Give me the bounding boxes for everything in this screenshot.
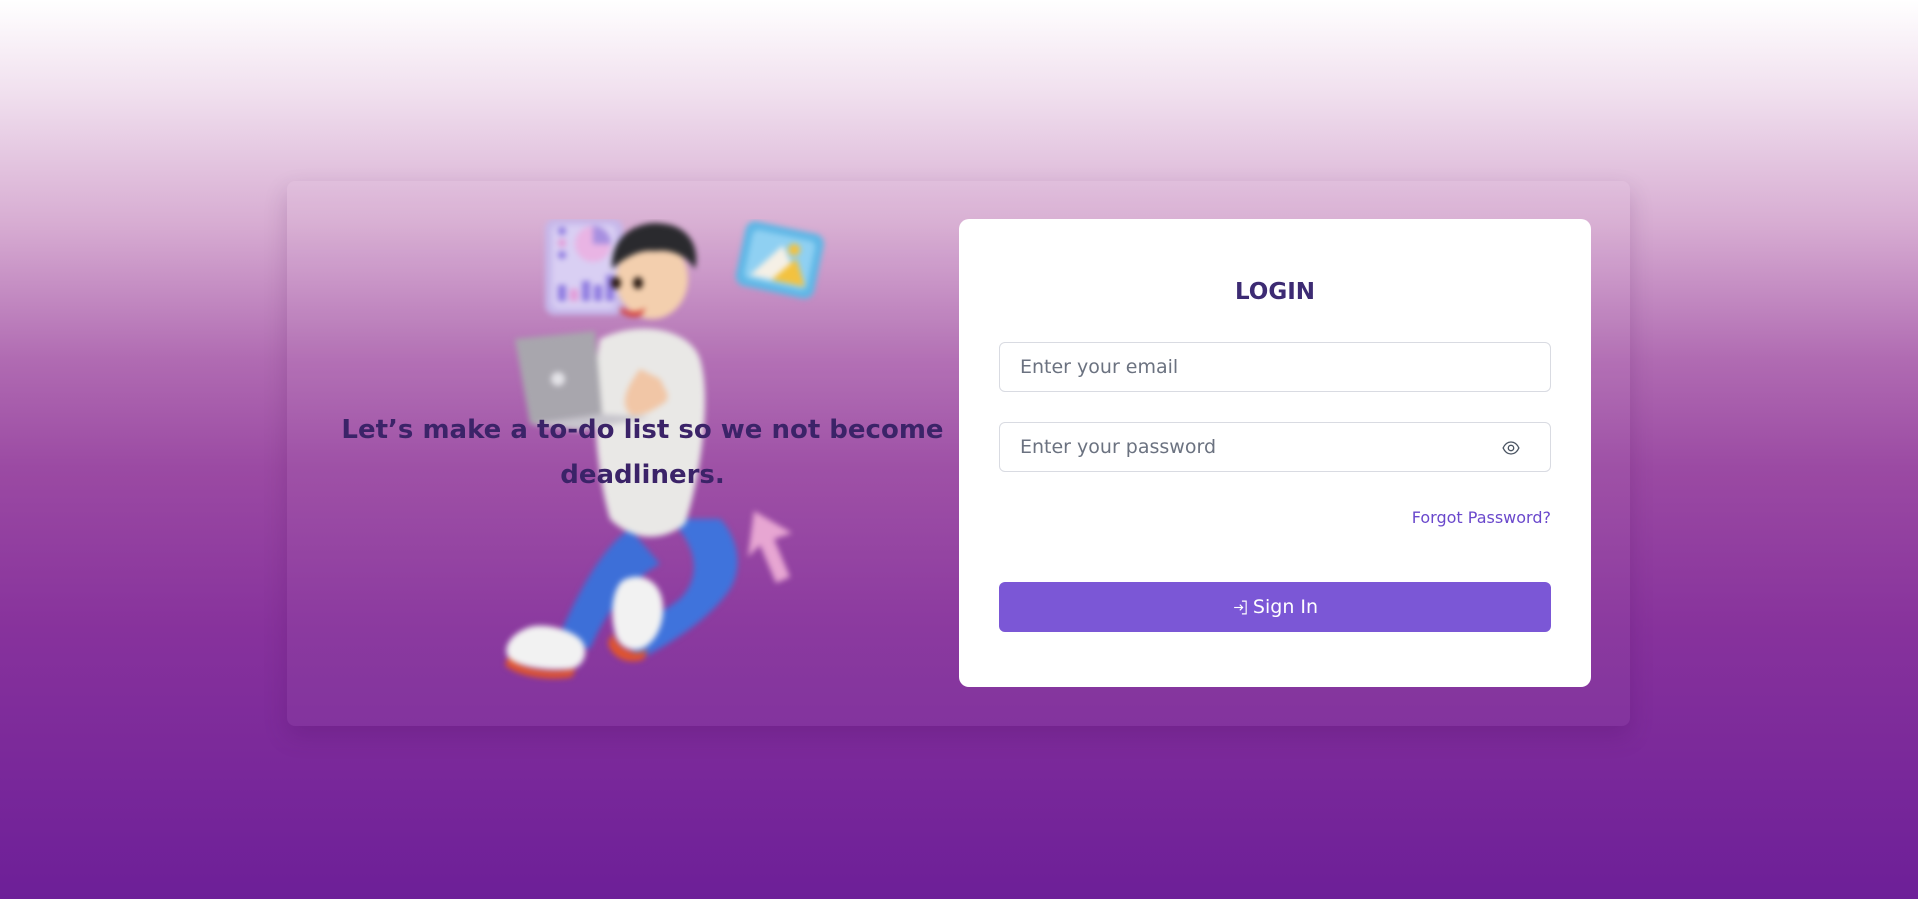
hero-tagline: Let’s make a to-do list so we not become… <box>341 415 944 490</box>
sign-in-button[interactable]: Sign In <box>999 582 1551 632</box>
password-field[interactable] <box>1000 423 1550 471</box>
email-field-container <box>999 342 1551 392</box>
eye-icon[interactable] <box>1502 439 1520 457</box>
email-field[interactable] <box>1000 343 1550 391</box>
password-field-container <box>999 422 1551 472</box>
forgot-password-link[interactable]: Forgot Password? <box>1412 508 1551 527</box>
sign-in-icon <box>1234 600 1247 614</box>
login-form-panel: LOGIN Forgot Password? Sign In <box>959 219 1591 687</box>
login-title: LOGIN <box>1234 279 1316 305</box>
sign-in-label: Sign In <box>1252 596 1319 618</box>
